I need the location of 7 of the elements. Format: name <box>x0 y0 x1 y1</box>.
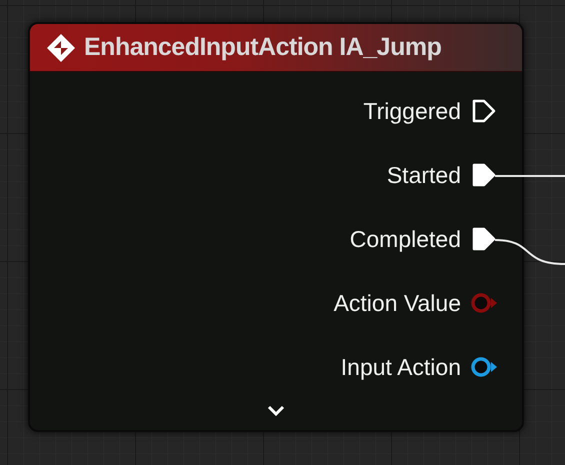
pin-label: Triggered <box>363 96 461 126</box>
blueprint-node[interactable]: EnhancedInputAction IA_Jump Triggered Started Completed Action Value Input Action <box>28 22 524 432</box>
node-title: EnhancedInputAction IA_Jump <box>84 32 442 63</box>
pin-label: Completed <box>350 224 461 254</box>
pin-label: Action Value <box>334 288 461 318</box>
pin-label: Started <box>386 160 461 190</box>
pin-label: Input Action <box>340 352 461 382</box>
